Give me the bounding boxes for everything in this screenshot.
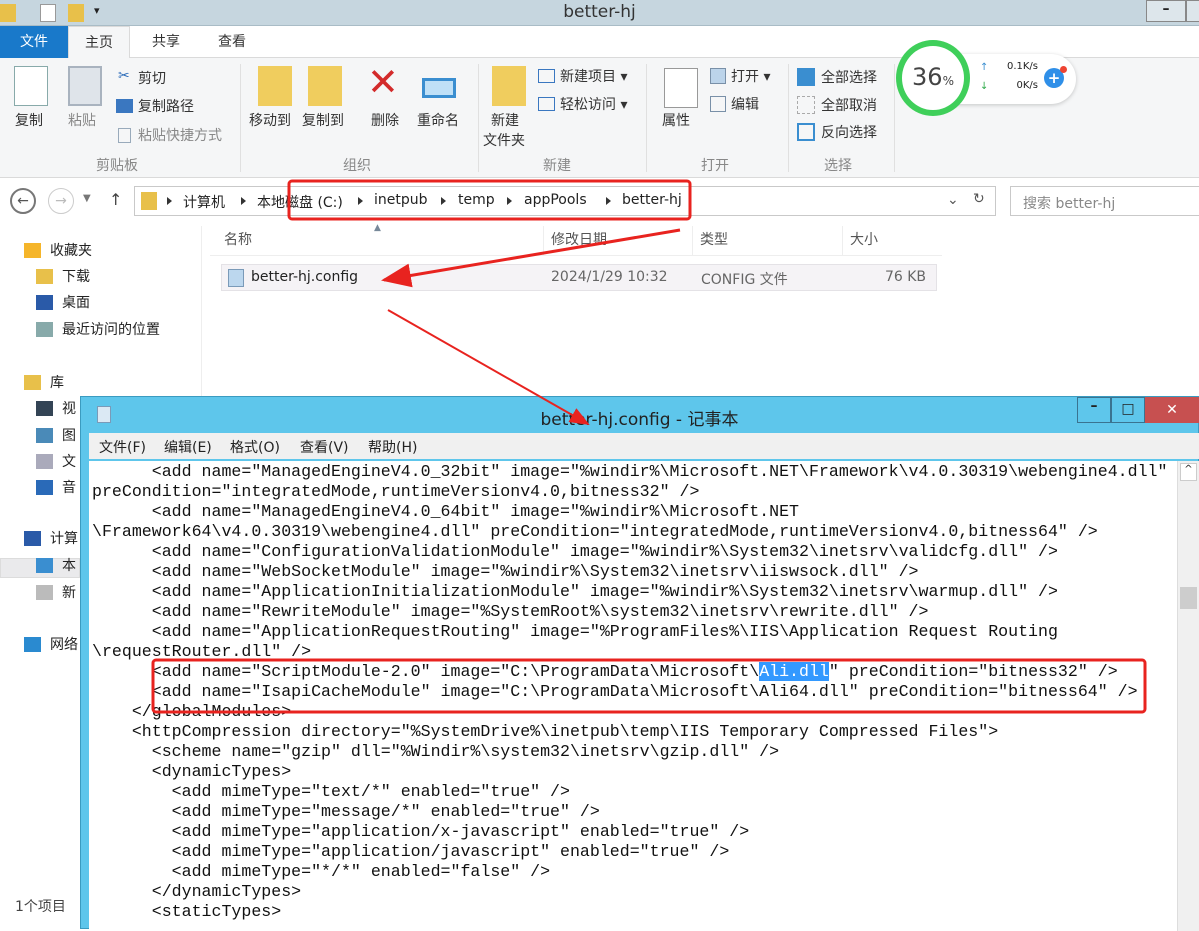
- annotation-overlay: [151, 179, 1147, 714]
- annotation-arrow: [387, 309, 590, 425]
- address-highlight-box: [287, 179, 692, 221]
- code-highlight-box: [151, 658, 1147, 714]
- annotation-arrow: [381, 228, 681, 288]
